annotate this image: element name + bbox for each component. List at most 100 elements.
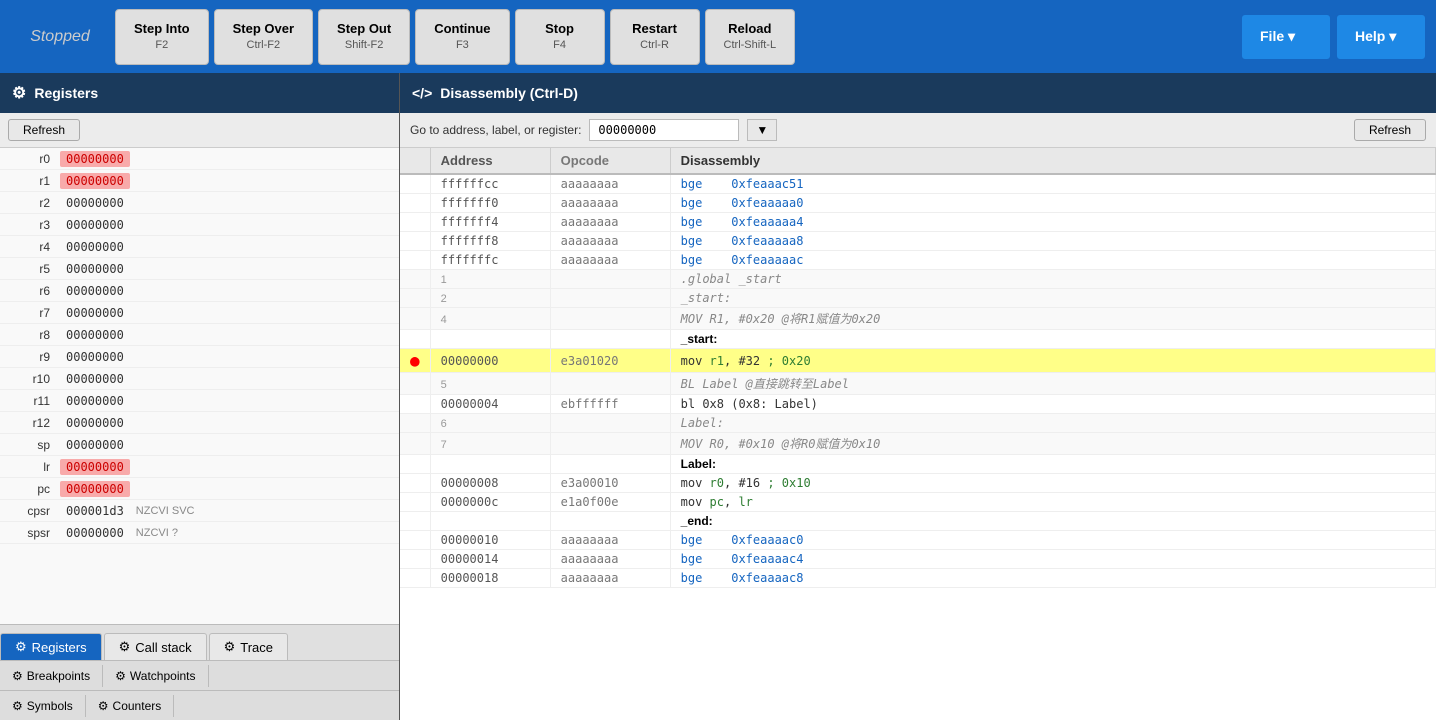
table-row[interactable]: 1 .global _start xyxy=(400,270,1436,289)
registers-refresh-button[interactable]: Refresh xyxy=(8,119,80,141)
linenum-cell: 7 xyxy=(430,433,550,455)
disasm-cell: mov pc, lr xyxy=(670,493,1435,512)
bp-cell[interactable] xyxy=(400,531,430,550)
table-header-row: Address Opcode Disassembly xyxy=(400,148,1436,174)
restart-button[interactable]: Restart Ctrl-R xyxy=(610,9,700,65)
register-row-cpsr: cpsr 000001d3 NZCVI SVC xyxy=(0,500,399,522)
tab-watchpoints[interactable]: ⚙ Watchpoints xyxy=(103,665,208,687)
registers-scroll[interactable]: r0 00000000 r1 00000000 r2 00000000 r3 0… xyxy=(0,148,399,624)
table-row[interactable]: 7 MOV R0, #0x10 @将R0赋值为0x10 xyxy=(400,433,1436,455)
disasm-cell: mov r0, #16 ; 0x10 xyxy=(670,474,1435,493)
reg-name-cpsr: cpsr xyxy=(0,504,60,518)
reg-val-spsr: 00000000 xyxy=(60,525,130,541)
bp-cell[interactable] xyxy=(400,232,430,251)
step-over-button[interactable]: Step Over Ctrl-F2 xyxy=(214,9,313,65)
tab-callstack[interactable]: ⚙ Call stack xyxy=(104,633,207,660)
table-row[interactable]: fffffff0 aaaaaaaa bge 0xfeaaaaa0 xyxy=(400,194,1436,213)
table-row[interactable]: 00000010 aaaaaaaa bge 0xfeaaaac0 xyxy=(400,531,1436,550)
addr-cell: fffffffc xyxy=(430,251,550,270)
tab-registers[interactable]: ⚙ Registers xyxy=(0,633,102,660)
reg-name-r1: r1 xyxy=(0,174,60,188)
register-row-spsr: spsr 00000000 NZCVI ? xyxy=(0,522,399,544)
table-row[interactable]: 6 Label: xyxy=(400,414,1436,433)
bp-cell[interactable] xyxy=(400,474,430,493)
continue-button[interactable]: Continue F3 xyxy=(415,9,509,65)
tab-trace[interactable]: ⚙ Trace xyxy=(209,633,288,660)
table-row[interactable]: fffffffc aaaaaaaa bge 0xfeaaaaac xyxy=(400,251,1436,270)
register-row-sp: sp 00000000 xyxy=(0,434,399,456)
reg-val-sp: 00000000 xyxy=(60,437,130,453)
comment-cell: _start: xyxy=(670,289,1435,308)
reg-name-r6: r6 xyxy=(0,284,60,298)
reg-name-r12: r12 xyxy=(0,416,60,430)
address-dropdown-button[interactable]: ▼ xyxy=(747,119,777,141)
counters-label: Counters xyxy=(113,699,162,713)
disasm-cell: bge 0xfeaaac51 xyxy=(670,174,1435,194)
step-into-button[interactable]: Step Into F2 xyxy=(115,9,209,65)
table-row[interactable]: fffffff8 aaaaaaaa bge 0xfeaaaaa8 xyxy=(400,232,1436,251)
opcode-cell xyxy=(550,433,670,455)
reg-val-r1: 00000000 xyxy=(60,173,130,189)
step-out-button[interactable]: Step Out Shift-F2 xyxy=(318,9,410,65)
symbols-label: Symbols xyxy=(27,699,73,713)
bp-cell[interactable] xyxy=(400,174,430,194)
reg-val-r4: 00000000 xyxy=(60,239,130,255)
trace-tab-label: Trace xyxy=(240,640,273,655)
table-row[interactable]: 2 _start: xyxy=(400,289,1436,308)
bp-cell[interactable] xyxy=(400,550,430,569)
opcode-cell xyxy=(550,512,670,531)
comment-cell: MOV R1, #0x20 @将R1赋值为0x20 xyxy=(670,308,1435,330)
bp-cell[interactable] xyxy=(400,395,430,414)
tab-breakpoints[interactable]: ⚙ Breakpoints xyxy=(0,665,103,687)
table-row[interactable]: Label: xyxy=(400,455,1436,474)
registers-tab-icon: ⚙ xyxy=(15,639,27,655)
bp-cell[interactable] xyxy=(400,213,430,232)
table-row[interactable]: _end: xyxy=(400,512,1436,531)
file-button[interactable]: File ▾ xyxy=(1241,14,1331,60)
bp-cell[interactable] xyxy=(400,251,430,270)
table-row[interactable]: _start: xyxy=(400,330,1436,349)
disasm-table[interactable]: Address Opcode Disassembly ffffffcc aaaa… xyxy=(400,148,1436,720)
help-button[interactable]: Help ▾ xyxy=(1336,14,1426,60)
table-row[interactable]: ● 00000000 e3a01020 mov r1, #32 ; 0x20 xyxy=(400,349,1436,373)
opcode-cell: aaaaaaaa xyxy=(550,569,670,588)
linenum-cell: 6 xyxy=(430,414,550,433)
table-row[interactable]: 4 MOV R1, #0x20 @将R1赋值为0x20 xyxy=(400,308,1436,330)
table-row[interactable]: 00000004 ebffffff bl 0x8 (0x8: Label) xyxy=(400,395,1436,414)
table-row[interactable]: 0000000c e1a0f00e mov pc, lr xyxy=(400,493,1436,512)
table-row[interactable]: 00000014 aaaaaaaa bge 0xfeaaaac4 xyxy=(400,550,1436,569)
address-input[interactable] xyxy=(589,119,739,141)
opcode-cell: aaaaaaaa xyxy=(550,531,670,550)
opcode-cell xyxy=(550,330,670,349)
breakpoints-icon: ⚙ xyxy=(12,669,23,683)
register-row-pc: pc 00000000 xyxy=(0,478,399,500)
tab-symbols[interactable]: ⚙ Symbols xyxy=(0,695,86,717)
bp-cell[interactable] xyxy=(400,569,430,588)
table-row[interactable]: ffffffcc aaaaaaaa bge 0xfeaaac51 xyxy=(400,174,1436,194)
reg-name-r11: r11 xyxy=(0,394,60,408)
reg-val-r3: 00000000 xyxy=(60,217,130,233)
left-panel: ⚙ Registers Refresh r0 00000000 r1 00000… xyxy=(0,73,400,720)
table-row[interactable]: 00000008 e3a00010 mov r0, #16 ; 0x10 xyxy=(400,474,1436,493)
disasm-refresh-button[interactable]: Refresh xyxy=(1354,119,1426,141)
register-row-r8: r8 00000000 xyxy=(0,324,399,346)
tab-counters[interactable]: ⚙ Counters xyxy=(86,695,174,717)
stop-button[interactable]: Stop F4 xyxy=(515,9,605,65)
reload-button[interactable]: Reload Ctrl-Shift-L xyxy=(705,9,796,65)
registers-title: Registers xyxy=(34,85,98,101)
disasm-data-table: Address Opcode Disassembly ffffffcc aaaa… xyxy=(400,148,1436,588)
table-row[interactable]: 5 BL Label @直接跳转至Label xyxy=(400,373,1436,395)
table-row[interactable]: fffffff4 aaaaaaaa bge 0xfeaaaaa4 xyxy=(400,213,1436,232)
trace-tab-icon: ⚙ xyxy=(224,639,236,655)
bp-cell[interactable] xyxy=(400,194,430,213)
reg-val-r9: 00000000 xyxy=(60,349,130,365)
symbols-icon: ⚙ xyxy=(12,699,23,713)
disasm-cell: bge 0xfeaaaac0 xyxy=(670,531,1435,550)
addr-cell: 00000018 xyxy=(430,569,550,588)
watchpoints-icon: ⚙ xyxy=(115,669,126,683)
label-cell: _end: xyxy=(670,512,1435,531)
table-row[interactable]: 00000018 aaaaaaaa bge 0xfeaaaac8 xyxy=(400,569,1436,588)
bp-cell[interactable] xyxy=(400,493,430,512)
addr-cell: fffffff0 xyxy=(430,194,550,213)
bp-cell[interactable]: ● xyxy=(400,349,430,373)
